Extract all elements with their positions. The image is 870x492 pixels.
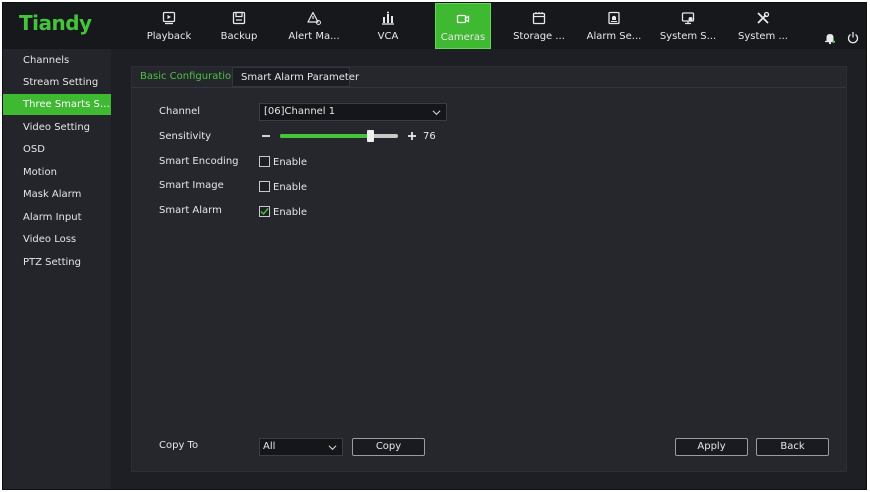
tiandy-logo: Tiandy [19, 11, 92, 35]
sensitivity-slider[interactable] [280, 130, 398, 142]
sidebar-item-video-loss[interactable]: Video Loss [3, 229, 111, 250]
playback-icon [162, 11, 176, 25]
nav-playback[interactable]: Playback [141, 3, 197, 49]
sidebar-item-osd[interactable]: OSD [3, 139, 111, 160]
nav-system-tools[interactable]: System ... [735, 3, 791, 49]
plus-icon[interactable] [406, 130, 418, 142]
bell-icon[interactable] [823, 31, 837, 45]
nav-system-settings[interactable]: System S... [660, 3, 716, 49]
tab-basic-configuration[interactable]: Basic Configuration [132, 67, 237, 87]
sidebar-item-video-setting[interactable]: Video Setting [3, 117, 111, 138]
sidebar-item-ptz-setting[interactable]: PTZ Setting [3, 252, 111, 273]
sidebar-item-alarm-input[interactable]: Alarm Input [3, 207, 111, 228]
settings-panel: Basic Configuration Smart Alarm Paramete… [131, 66, 847, 472]
sidebar: Channels Stream Setting Three Smarts Set… [3, 49, 111, 489]
nav-label: VCA [377, 31, 399, 42]
nav-backup[interactable]: Backup [211, 3, 267, 49]
alert-icon [307, 11, 321, 25]
storage-icon [532, 12, 546, 25]
camera-icon [456, 14, 470, 24]
apply-button[interactable]: Apply [675, 438, 748, 456]
copy-to-label: Copy To [159, 440, 199, 451]
nav-label: Playback [146, 31, 192, 42]
nav-label: Alert Ma... [288, 31, 340, 42]
sensitivity-slider-fill [280, 134, 370, 138]
smart-encoding-checkbox[interactable] [259, 156, 270, 167]
sidebar-item-motion[interactable]: Motion [3, 162, 111, 183]
tab-divider [132, 87, 846, 88]
smart-image-label: Smart Image [159, 180, 224, 191]
smart-alarm-label: Smart Alarm [159, 205, 222, 216]
nav-storage[interactable]: Storage ... [511, 3, 567, 49]
sidebar-item-three-smarts-setting[interactable]: Three Smarts Sett... [3, 94, 111, 115]
nav-label: Storage ... [513, 31, 565, 42]
smart-image-checkbox[interactable] [259, 181, 270, 192]
nav-vca[interactable]: VCA [360, 3, 416, 49]
vca-icon [382, 11, 394, 25]
channel-select-value: [06]Channel 1 [264, 106, 336, 117]
power-icon[interactable] [846, 31, 860, 45]
checkmark-icon [260, 208, 269, 216]
sidebar-item-channels[interactable]: Channels [3, 50, 111, 71]
channel-label: Channel [159, 106, 201, 117]
sensitivity-slider-thumb[interactable] [366, 130, 374, 142]
nav-alarm-settings[interactable]: Alarm Se... [586, 3, 642, 49]
app-window: Tiandy Playback Backup Alert Ma... VCA C… [2, 2, 867, 490]
back-button[interactable]: Back [756, 438, 829, 456]
sensitivity-label: Sensitivity [159, 131, 212, 142]
top-navigation-bar: Tiandy Playback Backup Alert Ma... VCA C… [3, 3, 866, 49]
backup-icon [232, 11, 246, 25]
smart-encoding-label: Smart Encoding [159, 156, 239, 167]
sidebar-item-mask-alarm[interactable]: Mask Alarm [3, 184, 111, 205]
copy-to-select[interactable]: All [259, 438, 343, 456]
minus-icon[interactable] [260, 130, 272, 142]
nav-label: Backup [220, 31, 258, 42]
sidebar-item-stream-setting[interactable]: Stream Setting [3, 72, 111, 93]
alarm-settings-icon [608, 11, 620, 25]
channel-select[interactable]: [06]Channel 1 [259, 103, 447, 121]
smart-encoding-enable-label: Enable [273, 157, 308, 168]
smart-image-enable-label: Enable [273, 182, 308, 193]
system-settings-icon [681, 12, 695, 25]
system-tools-icon [757, 11, 770, 24]
nav-label: Cameras [440, 32, 486, 43]
copy-to-select-value: All [263, 441, 276, 452]
chevron-down-icon [432, 110, 441, 116]
chevron-down-icon [328, 445, 337, 451]
nav-label: System S... [659, 31, 717, 42]
nav-alert-management[interactable]: Alert Ma... [286, 3, 342, 49]
smart-alarm-checkbox[interactable] [259, 206, 270, 217]
copy-button[interactable]: Copy [352, 438, 425, 456]
nav-label: Alarm Se... [586, 31, 642, 42]
nav-cameras[interactable]: Cameras [435, 3, 491, 49]
nav-label: System ... [737, 31, 788, 42]
smart-alarm-enable-label: Enable [273, 207, 308, 218]
sensitivity-value: 76 [423, 131, 436, 142]
tab-smart-alarm-parameter[interactable]: Smart Alarm Parameter [232, 67, 359, 87]
